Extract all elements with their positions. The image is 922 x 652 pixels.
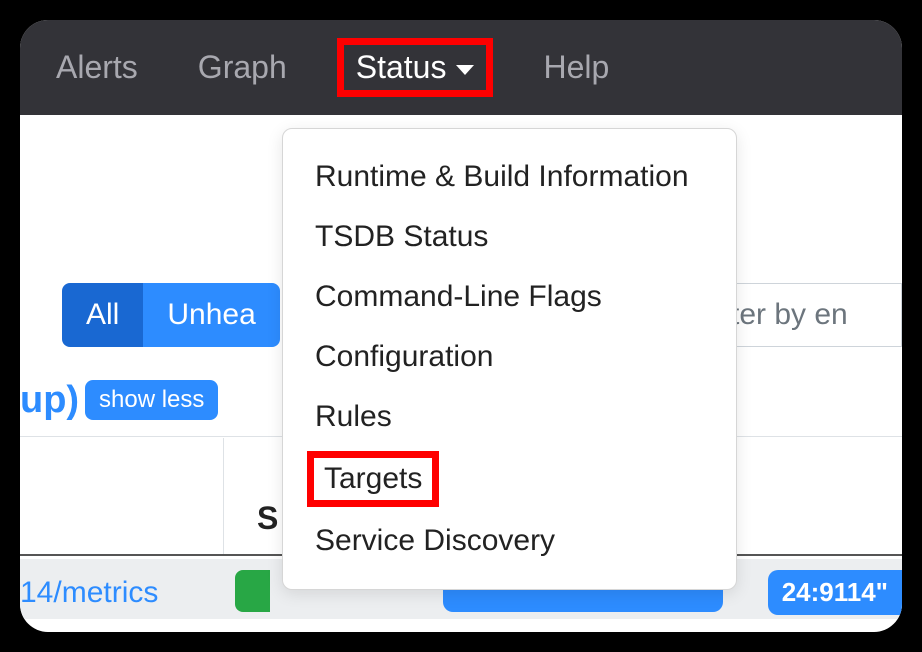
dropdown-rules[interactable]: Rules: [283, 387, 736, 447]
endpoint-link[interactable]: 14/metrics: [20, 576, 158, 610]
filter-all-button[interactable]: All: [62, 283, 143, 347]
label-badge: 24:9114": [768, 570, 902, 615]
status-up-text: up): [20, 379, 79, 422]
nav-status[interactable]: Status: [356, 49, 447, 86]
nav-graph[interactable]: Graph: [188, 43, 297, 92]
col-divider: [223, 438, 224, 556]
dropdown-targets-wrapper: Targets: [283, 447, 736, 511]
nav-alerts[interactable]: Alerts: [46, 43, 148, 92]
dropdown-service-discovery[interactable]: Service Discovery: [283, 511, 736, 571]
dropdown-cmdflags[interactable]: Command-Line Flags: [283, 267, 736, 327]
filter-button-group: All Unhea: [62, 283, 280, 347]
show-less-button[interactable]: show less: [85, 380, 218, 420]
nav-help[interactable]: Help: [533, 43, 619, 92]
dropdown-targets[interactable]: Targets: [324, 462, 422, 495]
filter-endpoint-input[interactable]: ter by en: [722, 283, 902, 347]
targets-highlight: Targets: [307, 451, 439, 507]
status-dropdown: Runtime & Build Information TSDB Status …: [282, 128, 737, 590]
status-badge-green: [235, 570, 270, 612]
caret-down-icon: [456, 65, 474, 75]
nav-status-highlight: Status: [337, 38, 494, 97]
dropdown-runtime[interactable]: Runtime & Build Information: [283, 147, 736, 207]
filter-unhealthy-button[interactable]: Unhea: [143, 283, 279, 347]
navbar: Alerts Graph Status Help: [20, 20, 902, 115]
table-header-s: S: [257, 500, 278, 537]
dropdown-tsdb[interactable]: TSDB Status: [283, 207, 736, 267]
app-window: Alerts Graph Status Help Runtime & Build…: [20, 20, 902, 632]
dropdown-config[interactable]: Configuration: [283, 327, 736, 387]
